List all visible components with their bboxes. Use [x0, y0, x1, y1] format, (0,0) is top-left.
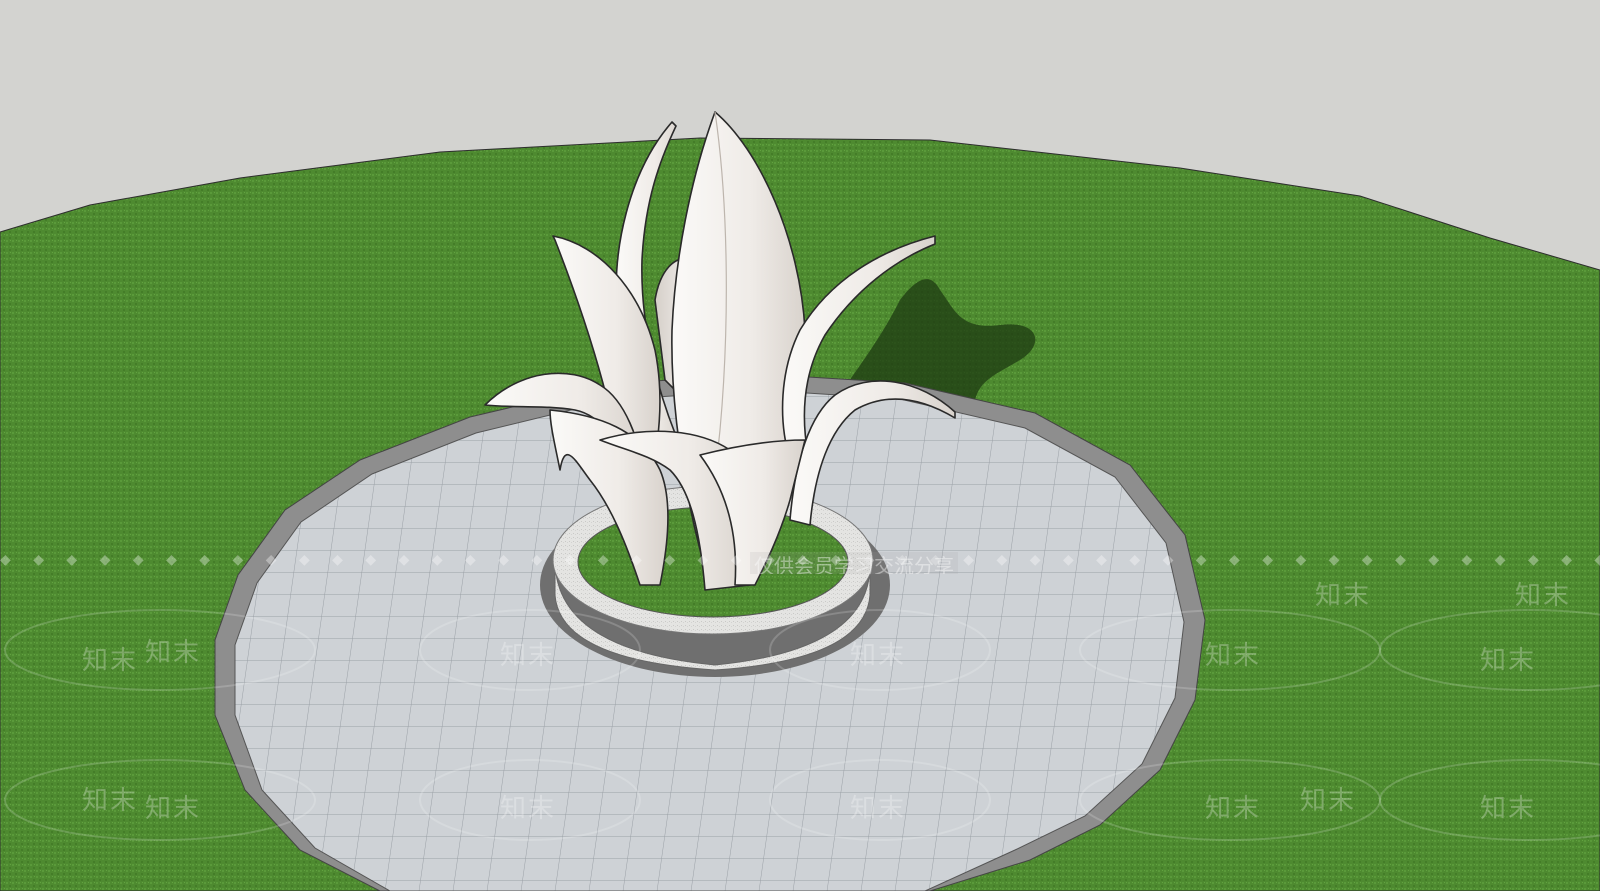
scene-canvas[interactable] — [0, 0, 1600, 891]
model-viewport[interactable]: ◆ ◆ ◆ ◆ ◆ ◆ ◆ ◆ ◆ ◆ ◆ ◆ ◆ ◆ ◆ ◆ ◆ ◆ ◆ ◆ … — [0, 0, 1600, 891]
